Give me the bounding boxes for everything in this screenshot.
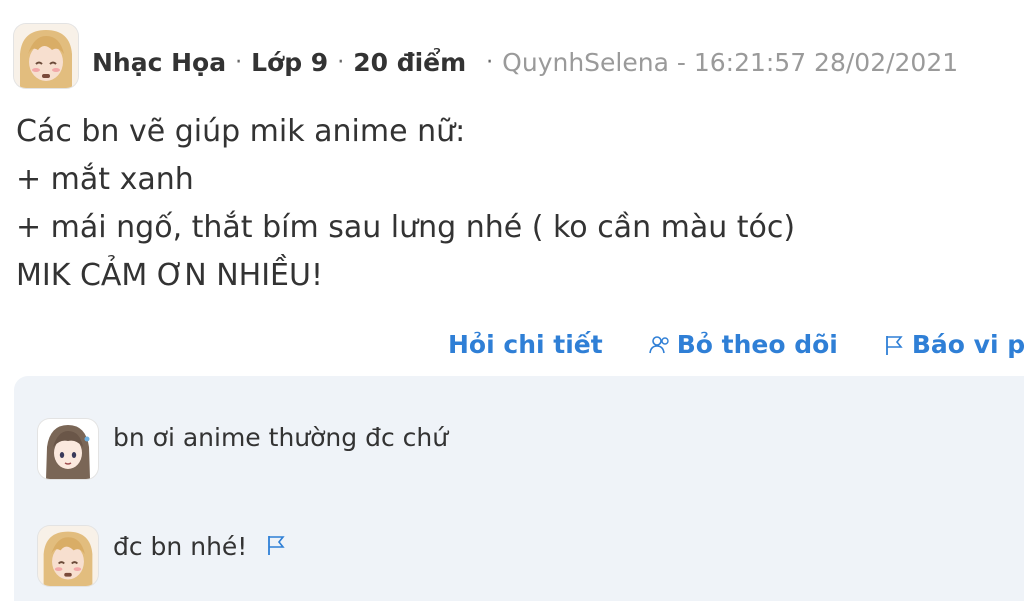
flag-icon xyxy=(885,335,903,355)
comment-avatar[interactable] xyxy=(38,526,98,586)
question-actions: Hỏi chi tiết Bỏ theo dõi Báo vi ph xyxy=(448,330,1024,359)
flag-icon xyxy=(268,536,285,555)
points-label: 20 điểm xyxy=(353,47,467,77)
author-name[interactable]: Nhạc Họa xyxy=(92,48,226,77)
comments-panel: bn ơi anime thường đc chứ đc bn nhé! xyxy=(14,376,1024,601)
blonde-girl-avatar-icon xyxy=(14,24,78,88)
user-follow-icon xyxy=(648,335,669,353)
question-header: Nhạc Họa · Lớp 9 · 20 điểm · QuynhSelena… xyxy=(92,44,958,80)
unfollow-link[interactable]: Bỏ theo dõi xyxy=(647,330,838,359)
ask-detail-label: Hỏi chi tiết xyxy=(448,330,603,359)
comment-text: bn ơi anime thường đc chứ xyxy=(113,423,449,452)
separator-dot: · xyxy=(235,49,243,75)
question-body: Các bn vẽ giúp mik anime nữ: + mắt xanh … xyxy=(16,108,795,300)
question-meta: QuynhSelena - 16:21:57 28/02/2021 xyxy=(502,47,959,77)
report-label: Báo vi ph xyxy=(911,330,1024,359)
anime-girl-avatar-icon xyxy=(38,419,98,479)
separator-dot: · xyxy=(337,49,345,75)
unfollow-label: Bỏ theo dõi xyxy=(676,330,838,359)
question-line: Các bn vẽ giúp mik anime nữ: xyxy=(16,114,466,149)
comment-text: đc bn nhé! xyxy=(113,532,248,561)
report-comment-button[interactable] xyxy=(264,533,288,561)
separator-dot: · xyxy=(486,49,494,75)
report-link[interactable]: Báo vi ph xyxy=(882,330,1024,359)
comment-avatar[interactable] xyxy=(38,419,98,479)
author-avatar[interactable] xyxy=(14,24,78,88)
question-line: MIK CẢM ƠN NHIỀU! xyxy=(16,258,323,293)
question-line: + mắt xanh xyxy=(16,162,194,197)
grade-label: Lớp 9 xyxy=(251,47,329,77)
ask-detail-link[interactable]: Hỏi chi tiết xyxy=(448,330,603,359)
question-line: + mái ngố, thắt bím sau lưng nhé ( ko cầ… xyxy=(16,210,796,245)
blonde-girl-avatar-icon xyxy=(38,526,98,586)
